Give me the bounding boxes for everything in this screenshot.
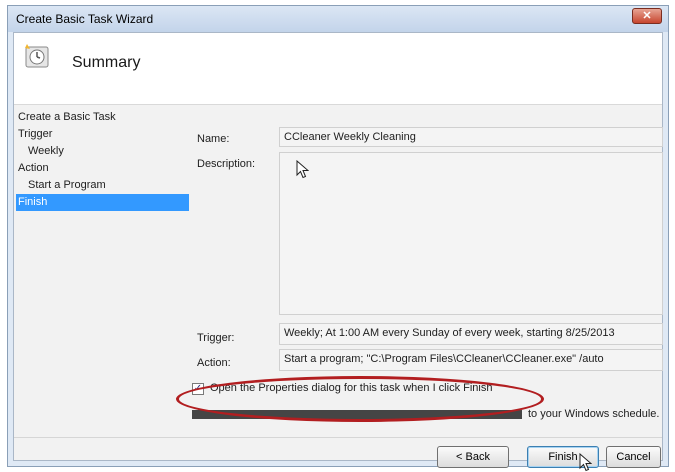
trigger-label: Trigger: bbox=[197, 332, 235, 344]
action-label: Action: bbox=[197, 357, 231, 369]
mouse-pointer-icon bbox=[579, 453, 592, 472]
name-field: CCleaner Weekly Cleaning bbox=[279, 127, 663, 147]
cancel-button[interactable]: Cancel bbox=[606, 446, 661, 468]
page-title: Summary bbox=[72, 54, 141, 71]
description-label: Description: bbox=[197, 158, 256, 170]
info-text: to your Windows schedule. bbox=[528, 408, 660, 420]
nav-item-action[interactable]: Action bbox=[14, 160, 189, 177]
highlight-ellipse bbox=[176, 376, 544, 422]
footer-divider bbox=[14, 437, 662, 438]
back-button[interactable]: < Back bbox=[437, 446, 509, 468]
action-field: Start a program; "C:\Program Files\CClea… bbox=[279, 349, 663, 371]
mouse-pointer-icon bbox=[296, 160, 309, 179]
task-clock-icon bbox=[25, 44, 49, 68]
nav-item-finish[interactable]: Finish bbox=[16, 194, 189, 211]
close-button[interactable]: ✕ bbox=[632, 8, 662, 24]
title-bar[interactable]: Create Basic Task Wizard ✕ bbox=[8, 6, 668, 32]
wizard-client-area: Summary Create a Basic Task Trigger Week… bbox=[13, 32, 663, 472]
name-label: Name: bbox=[197, 133, 230, 145]
nav-item-weekly[interactable]: Weekly bbox=[14, 143, 189, 160]
wizard-header: Summary bbox=[14, 33, 662, 105]
nav-item-start-program[interactable]: Start a Program bbox=[14, 177, 189, 194]
nav-item-trigger[interactable]: Trigger bbox=[14, 126, 189, 143]
trigger-field: Weekly; At 1:00 AM every Sunday of every… bbox=[279, 323, 663, 345]
wizard-window: Create Basic Task Wizard ✕ Summary Creat… bbox=[7, 5, 669, 472]
nav-item-create-basic-task[interactable]: Create a Basic Task bbox=[14, 109, 189, 126]
window-title: Create Basic Task Wizard bbox=[16, 12, 154, 26]
wizard-steps-nav: Create a Basic Task Trigger Weekly Actio… bbox=[14, 109, 189, 211]
description-field bbox=[279, 152, 663, 315]
